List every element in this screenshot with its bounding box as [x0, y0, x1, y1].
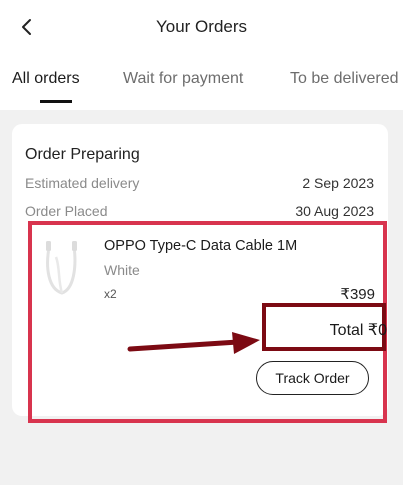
- product-name[interactable]: OPPO Type-C Data Cable 1M: [104, 238, 297, 254]
- product-price: ₹399: [340, 286, 375, 303]
- top-bar: Your Orders: [0, 0, 403, 58]
- product-quantity: x2: [104, 287, 117, 301]
- estimated-delivery-label: Estimated delivery: [25, 175, 140, 191]
- order-tabs: All orders Wait for payment To be delive…: [0, 58, 403, 110]
- usb-cable-image[interactable]: [38, 237, 86, 301]
- annotation-arrow-icon: [127, 332, 260, 354]
- tab-wait-for-payment[interactable]: Wait for payment: [123, 70, 243, 88]
- active-tab-indicator: [40, 100, 72, 103]
- estimated-delivery-row: Estimated delivery 2 Sep 2023: [25, 175, 374, 191]
- tab-to-be-delivered[interactable]: To be delivered: [290, 70, 399, 88]
- estimated-delivery-value: 2 Sep 2023: [302, 175, 374, 191]
- order-placed-row: Order Placed 30 Aug 2023: [25, 203, 374, 219]
- order-total: Total ₹0: [329, 322, 387, 339]
- page-title: Your Orders: [155, 17, 248, 36]
- order-status: Order Preparing: [25, 146, 140, 163]
- order-placed-value: 30 Aug 2023: [295, 203, 374, 219]
- order-placed-label: Order Placed: [25, 203, 108, 219]
- track-order-button[interactable]: Track Order: [256, 361, 369, 395]
- app-root: Your Orders All orders Wait for payment …: [0, 0, 403, 485]
- product-variant: White: [104, 262, 140, 278]
- tab-all-orders[interactable]: All orders: [12, 70, 80, 88]
